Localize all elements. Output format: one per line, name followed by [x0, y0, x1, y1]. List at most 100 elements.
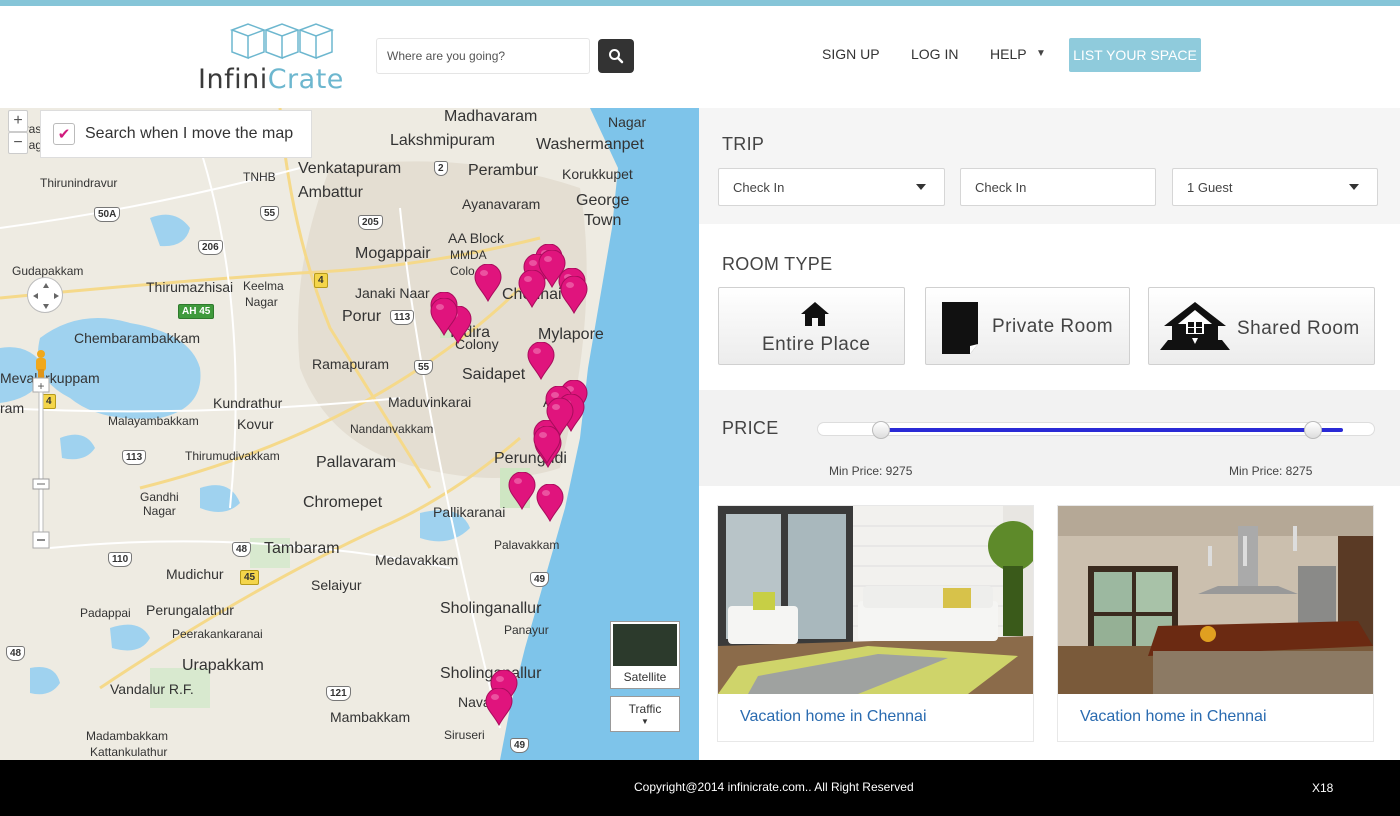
nav-help[interactable]: HELP: [990, 46, 1027, 62]
road-shield: 4: [314, 273, 328, 288]
map-place-label: Peerakankaranai: [172, 627, 263, 641]
map-place-label: Nandanvakkam: [350, 422, 434, 436]
chevron-down-icon: [916, 184, 926, 190]
map-place-label: Pallavaram: [316, 454, 397, 471]
map-place-label: Ramapuram: [312, 356, 390, 372]
map-place-label: Urapakkam: [182, 657, 264, 674]
search-button[interactable]: [598, 39, 634, 73]
map-zoom-in-button[interactable]: +: [8, 110, 28, 132]
copyright-text: Copyright@2014 infinicrate.com.. All Rig…: [634, 780, 914, 794]
nav-log-in[interactable]: LOG IN: [911, 46, 958, 62]
map-pin-icon[interactable]: [527, 342, 555, 380]
destination-search-input[interactable]: [376, 38, 590, 74]
map-pin-icon[interactable]: [536, 484, 564, 522]
map-place-label: MMDA: [450, 248, 487, 262]
header: InfiniCrate SIGN UP LOG IN HELP ▼ LIST Y…: [0, 6, 1400, 108]
price-range-slider[interactable]: [817, 421, 1375, 439]
listing-photo-kitchen[interactable]: [1058, 506, 1373, 694]
map-place-label: Kattankulathur: [90, 745, 168, 759]
help-dropdown-icon[interactable]: ▼: [1036, 48, 1046, 59]
checkbox-checked-icon[interactable]: ✔: [53, 123, 75, 145]
check-out-input[interactable]: Check In: [960, 168, 1156, 206]
nav-sign-up[interactable]: SIGN UP: [822, 46, 880, 62]
road-shield: 49: [510, 738, 530, 753]
road-shield: 55: [260, 206, 280, 221]
map-place-label: Mogappair: [355, 245, 431, 262]
home-icon: [801, 302, 829, 326]
map-place-label: Madambakkam: [86, 729, 169, 743]
map-pin-icon[interactable]: [508, 472, 536, 510]
private-room-label: Private Room: [992, 316, 1114, 337]
svg-text:+: +: [37, 379, 44, 393]
traffic-label: Traffic: [628, 702, 662, 716]
map-place-label: Thirumazhisai: [146, 279, 234, 295]
search-when-move-label: Search when I move the map: [85, 125, 294, 142]
satellite-thumbnail: [613, 624, 677, 666]
map-place-label: Pallikaranai: [433, 504, 506, 520]
trip-title: TRIP: [722, 134, 765, 154]
shared-house-icon: [1160, 302, 1230, 350]
room-type-section: ROOM TYPE Entire Place Private Room Shar…: [699, 224, 1400, 390]
listing-title[interactable]: Vacation home in Chennai: [740, 708, 927, 726]
road-shield: 48: [232, 542, 252, 557]
map-place-label: Panayur: [504, 623, 549, 637]
max-price-label: Min Price: 8275: [1229, 464, 1313, 478]
map-place-label: George: [576, 192, 630, 209]
check-out-value: Check In: [975, 179, 1027, 195]
living-room-image: [718, 506, 1033, 694]
road-shield: 113: [122, 450, 147, 465]
map[interactable]: Madhavaram Nagar Saraswati Nagar Lakshmipura…: [0, 108, 699, 760]
price-title: PRICE: [722, 418, 779, 438]
search-when-move-toggle[interactable]: ✔ Search when I move the map: [40, 110, 312, 158]
map-place-label: Chembarambakkam: [74, 330, 201, 346]
map-pin-icon[interactable]: [533, 426, 561, 464]
road-shield: AH 45: [178, 304, 215, 319]
map-place-label: Padappai: [80, 606, 131, 620]
map-place-label: Ambattur: [298, 184, 363, 201]
map-place-label: Vandalur R.F.: [110, 681, 194, 697]
traffic-layer-button[interactable]: Traffic ▼: [610, 696, 680, 732]
satellite-view-button[interactable]: Satellite: [610, 621, 680, 689]
map-place-label: Saidapet: [462, 366, 526, 383]
listing-photo-living-room[interactable]: [718, 506, 1033, 694]
map-pin-icon[interactable]: [474, 264, 502, 302]
guests-select[interactable]: 1 Guest: [1172, 168, 1378, 206]
map-place-label: TNHB: [243, 170, 276, 184]
listing-title[interactable]: Vacation home in Chennai: [1080, 708, 1267, 726]
logo-text: InfiniCrate: [198, 64, 344, 95]
price-min-handle[interactable]: [872, 421, 890, 439]
price-max-handle[interactable]: [1304, 421, 1322, 439]
logo[interactable]: InfiniCrate: [198, 20, 344, 95]
footer-badge: X18: [1312, 781, 1334, 795]
listing-card[interactable]: Vacation home in Chennai: [1057, 505, 1374, 742]
check-in-select[interactable]: Check In: [718, 168, 945, 206]
listing-card[interactable]: Vacation home in Chennai: [717, 505, 1034, 742]
road-shield: 49: [530, 572, 550, 587]
map-place-label: Maduvinkarai: [388, 394, 472, 410]
room-type-private-room[interactable]: Private Room: [925, 287, 1130, 365]
road-shield: 45: [240, 570, 260, 585]
street-view-pegman-icon[interactable]: [33, 349, 49, 379]
map-zoom-out-button[interactable]: −: [8, 132, 28, 154]
entire-place-label: Entire Place: [762, 334, 871, 355]
door-icon: [942, 302, 978, 354]
map-place-label: Town: [584, 212, 622, 229]
map-place-label: Gandhi: [140, 490, 179, 504]
chevron-down-icon: [1349, 184, 1359, 190]
map-pin-icon[interactable]: [485, 688, 513, 726]
room-type-shared-room[interactable]: Shared Room: [1148, 287, 1375, 365]
road-shield: 55: [414, 360, 434, 375]
map-place-label: Siruseri: [444, 728, 485, 742]
map-zoom-slider[interactable]: +: [31, 376, 51, 552]
map-pin-icon[interactable]: [560, 276, 588, 314]
road-shield: 48: [6, 646, 26, 661]
map-place-label: Tambaram: [264, 540, 340, 557]
footer: Copyright@2014 infinicrate.com.. All Rig…: [0, 760, 1400, 816]
trip-section: TRIP Check In Check In 1 Guest: [699, 108, 1400, 224]
map-place-label: Palavakkam: [494, 538, 560, 552]
list-your-space-button[interactable]: LIST YOUR SPACE: [1069, 38, 1201, 72]
road-shield: 206: [198, 240, 223, 255]
map-pan-control[interactable]: [27, 277, 63, 313]
map-pin-icon[interactable]: [430, 298, 458, 336]
room-type-entire-place[interactable]: Entire Place: [718, 287, 905, 365]
